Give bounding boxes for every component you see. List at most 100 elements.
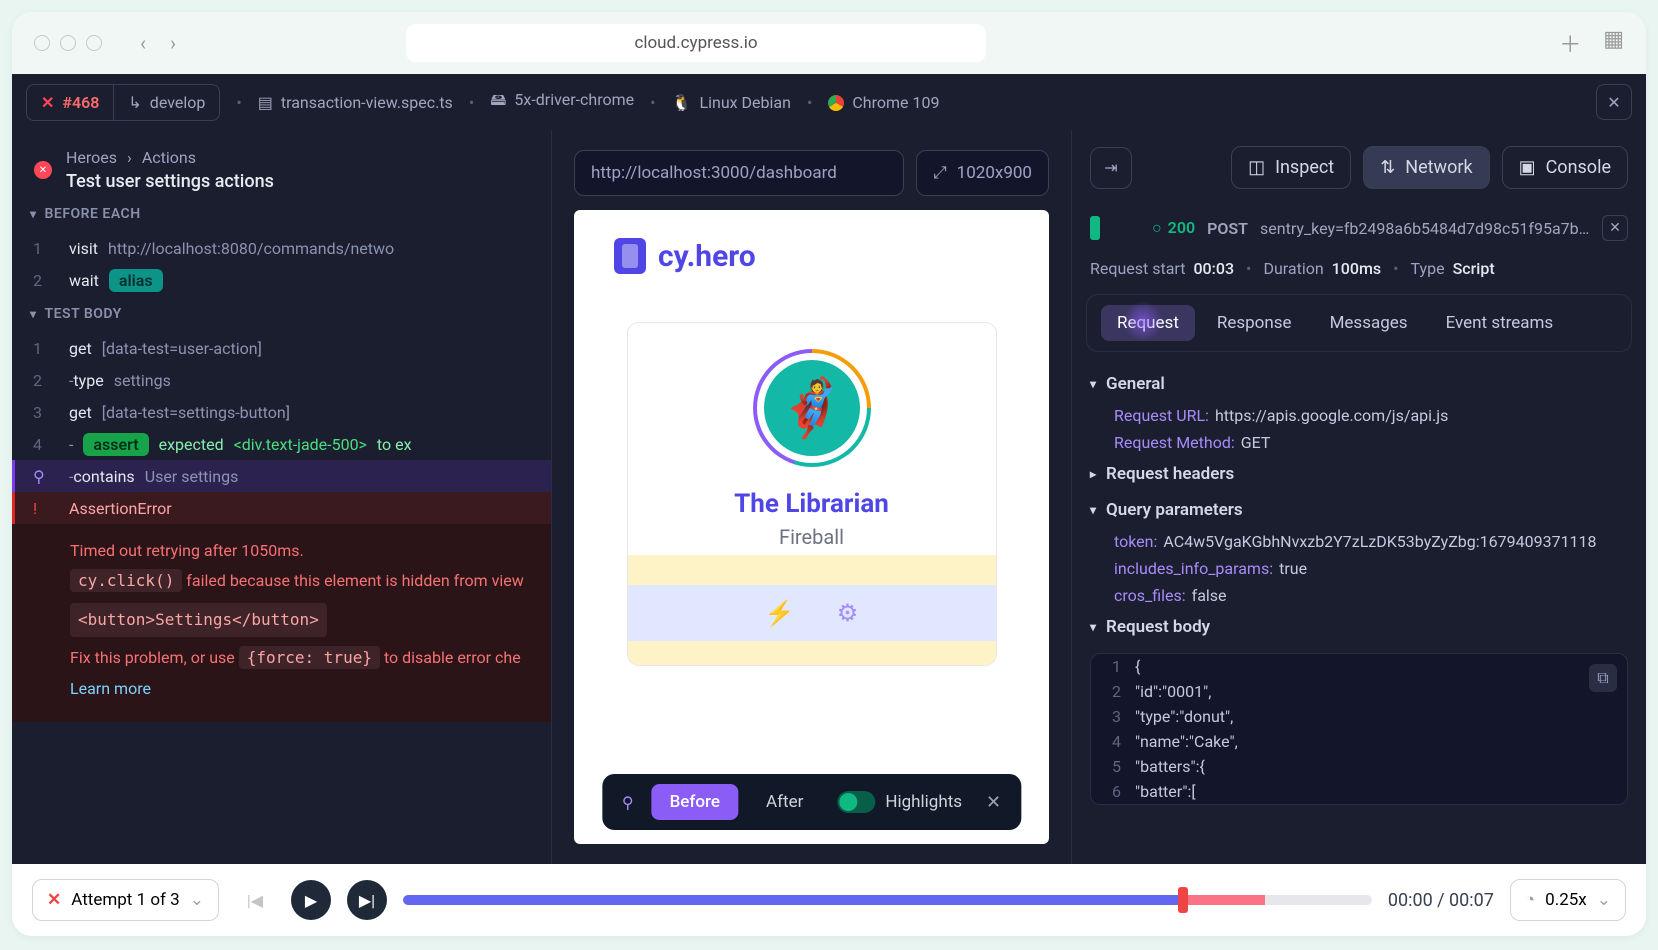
app-logo-text: cy.hero (658, 239, 756, 274)
error-details: Timed out retrying after 1050ms. cy.clic… (12, 524, 551, 722)
request-row[interactable]: 200 POST sentry_key=fb2498a6b5484d7d98c5… (1072, 205, 1646, 251)
close-button[interactable]: ✕ (1596, 84, 1632, 120)
headers-section[interactable]: ▸Request headers (1090, 456, 1628, 492)
command-log-panel: ✕ Heroes›Actions Test user settings acti… (12, 130, 552, 864)
server-icon: 🖴 (490, 90, 506, 109)
timeline-thumb[interactable] (1178, 887, 1188, 913)
app-preview-panel: http://localhost:3000/dashboard ⤢1020x90… (552, 130, 1072, 864)
cmd-row[interactable]: 1get[data-test=user-action] (12, 332, 551, 364)
os-chip[interactable]: 🐧Linux Debian (672, 93, 791, 112)
body-section[interactable]: ▾Request body (1090, 609, 1628, 645)
cmd-row-error[interactable]: !AssertionError (12, 492, 551, 524)
bang-icon: ! (33, 499, 69, 518)
error-badge-icon: ✕ (34, 161, 52, 179)
gear-icon[interactable]: ⚙ (837, 599, 859, 627)
highlight-band (628, 641, 996, 665)
apps-grid-icon[interactable]: ▦ (1603, 27, 1624, 59)
pin-icon: ⚲ (33, 467, 69, 486)
cmd-row[interactable]: 3get[data-test=settings-button] (12, 396, 551, 428)
run-chip[interactable]: ✕#468 ↳develop (26, 84, 220, 121)
chevron-right-icon: ▸ (1090, 467, 1096, 481)
cmd-row[interactable]: 1visithttp://localhost:8080/commands/net… (12, 232, 551, 264)
before-button[interactable]: Before (652, 784, 738, 820)
traffic-lights (34, 35, 102, 51)
driver-chip[interactable]: 🖴5x-driver-chrome (490, 89, 634, 116)
console-icon: ▣ (1519, 157, 1536, 178)
pin-icon[interactable]: ⚲ (614, 793, 642, 812)
inspect-icon: ◫ (1248, 157, 1265, 178)
file-icon: ▤ (258, 93, 273, 112)
playback-footer: ✕Attempt 1 of 3⌄ |◀ ▶ ▶| 00:00 / 00:07 ◔… (12, 864, 1646, 936)
breadcrumb[interactable]: Heroes›Actions (66, 148, 274, 167)
hero-name: The Librarian (734, 489, 889, 519)
speed-selector[interactable]: ◔0.25x⌄ (1510, 879, 1626, 921)
request-name: sentry_key=fb2498a6b5484d7d98c51f95a7b… (1260, 219, 1590, 238)
cmd-row[interactable]: 2-typesettings (12, 364, 551, 396)
close-icon[interactable]: ✕ (978, 792, 1009, 813)
min-dot[interactable] (60, 35, 76, 51)
fail-x-icon: ✕ (41, 93, 54, 112)
before-each-header[interactable]: ▾BEFORE EACH (12, 196, 551, 232)
gauge-icon: ◔ (1525, 890, 1535, 910)
close-dot[interactable] (34, 35, 50, 51)
learn-more-link[interactable]: Learn more (70, 674, 531, 704)
status-code: 200 (1152, 218, 1195, 238)
snapshot-toolbar: ⚲ Before After Highlights ✕ (602, 774, 1021, 830)
bolt-icon[interactable]: ⚡ (765, 599, 795, 627)
fail-x-icon: ✕ (47, 890, 61, 910)
collapse-icon[interactable]: ⇥ (1090, 147, 1132, 189)
code-inline: cy.click() (70, 569, 182, 592)
avatar: 🦸 (753, 349, 871, 467)
cmd-row[interactable]: 4-assertexpected<div.text-jade-500>to ex (12, 428, 551, 460)
devtools-panel: ⇥ ◫Inspect ⇅Network ▣Console 200 POST se… (1072, 130, 1646, 864)
attempt-selector[interactable]: ✕Attempt 1 of 3⌄ (32, 879, 219, 921)
request-meta: Request start 00:03• Duration 100ms• Typ… (1072, 251, 1646, 286)
tab-request[interactable]: Request (1101, 305, 1195, 341)
chevron-down-icon: ⌄ (1597, 890, 1611, 910)
preview-iframe: cy.hero 🦸 The Librarian Fireball ⚡ ⚙ ⚲ Be… (574, 210, 1049, 844)
timeline-track[interactable] (403, 895, 1372, 905)
test-body-header[interactable]: ▾TEST BODY (12, 296, 551, 332)
after-button[interactable]: After (748, 784, 821, 820)
viewport-dims[interactable]: ⤢1020x900 (916, 150, 1049, 196)
network-icon: ⇅ (1380, 157, 1395, 178)
new-tab-icon[interactable]: ＋ (1559, 27, 1581, 59)
back-button[interactable]: ‹ (140, 31, 146, 55)
close-icon[interactable]: ✕ (1602, 215, 1628, 241)
chevron-right-icon: › (127, 148, 132, 167)
chrome-icon (828, 95, 844, 111)
max-dot[interactable] (86, 35, 102, 51)
browser-chip[interactable]: Chrome 109 (828, 93, 939, 112)
chevron-down-icon: ▾ (1090, 620, 1096, 634)
prev-button[interactable]: |◀ (235, 880, 275, 920)
cmd-row-active[interactable]: ⚲-containsUser settings (12, 460, 551, 492)
general-section[interactable]: ▾General (1090, 366, 1628, 402)
chevron-down-icon: ▾ (1090, 377, 1096, 391)
browser-chrome-bar: ‹ › cloud.cypress.io ＋ ▦ (12, 12, 1646, 74)
forward-button[interactable]: › (170, 31, 176, 55)
console-button[interactable]: ▣Console (1502, 146, 1628, 189)
preview-url[interactable]: http://localhost:3000/dashboard (574, 150, 904, 196)
query-params-section[interactable]: ▾Query parameters (1090, 492, 1628, 528)
tab-messages[interactable]: Messages (1314, 305, 1424, 341)
network-button[interactable]: ⇅Network (1363, 146, 1489, 189)
next-button[interactable]: ▶| (347, 880, 387, 920)
cmd-row[interactable]: 2waitalias (12, 264, 551, 296)
chevron-down-icon: ▾ (30, 207, 37, 221)
detail-tabs: Request Response Messages Event streams (1086, 294, 1632, 352)
hero-card: 🦸 The Librarian Fireball ⚡ ⚙ (627, 322, 997, 666)
waterfall-bar (1090, 216, 1100, 240)
json-body: ⧉ 1{ 2 "id":"0001", 3 "type":"donut", 4 … (1090, 653, 1628, 805)
hero-subtitle: Fireball (779, 525, 844, 549)
tab-response[interactable]: Response (1201, 305, 1308, 341)
tab-event-streams[interactable]: Event streams (1430, 305, 1570, 341)
play-button[interactable]: ▶ (291, 880, 331, 920)
chevron-down-icon: ⌄ (190, 890, 204, 910)
copy-button[interactable]: ⧉ (1589, 664, 1617, 692)
chevron-down-icon: ▾ (1090, 503, 1096, 517)
address-bar[interactable]: cloud.cypress.io (406, 24, 986, 62)
context-chips: ✕#468 ↳develop • ▤transaction-view.spec.… (12, 74, 1646, 130)
spec-chip[interactable]: ▤transaction-view.spec.ts (258, 93, 453, 112)
inspect-button[interactable]: ◫Inspect (1231, 146, 1351, 189)
highlights-toggle[interactable] (837, 791, 875, 813)
